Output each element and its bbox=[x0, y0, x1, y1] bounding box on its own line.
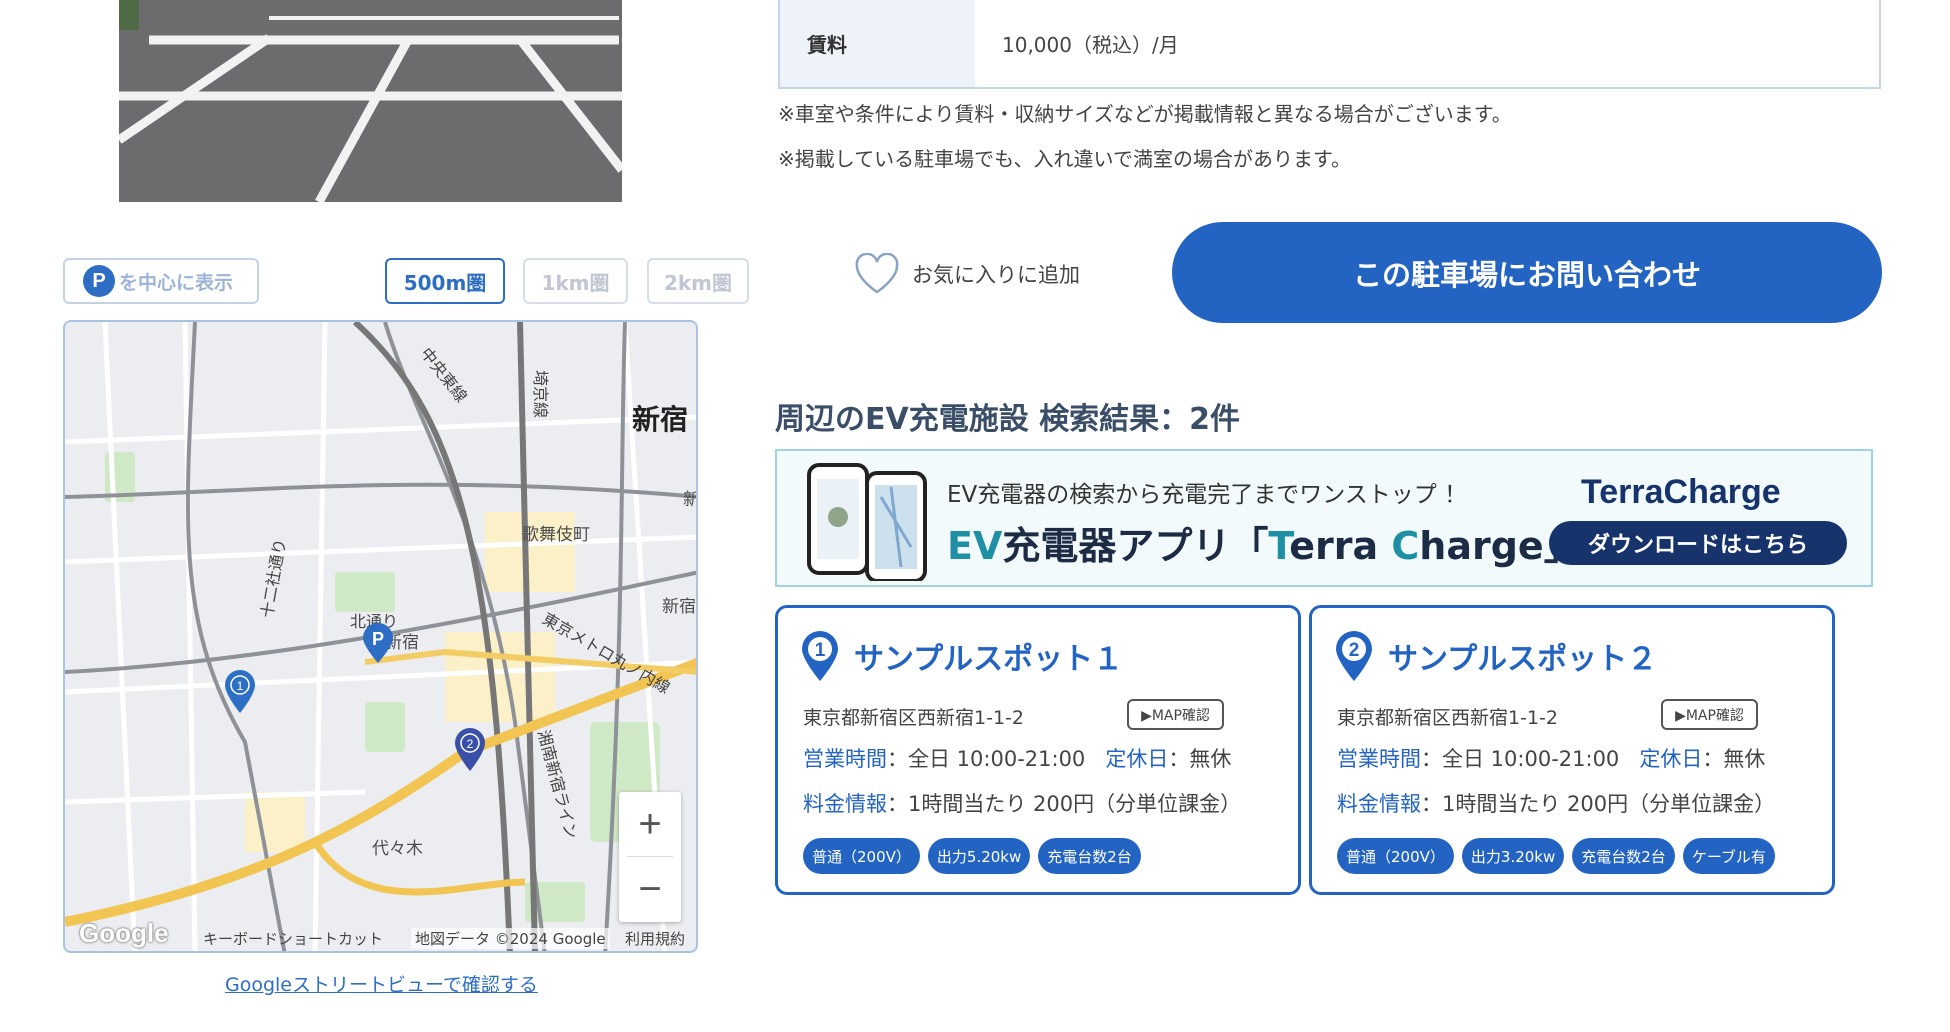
map-label-saikyo-line: 埼京線 bbox=[531, 369, 551, 419]
spot-2-tag-cable: ケーブル有 bbox=[1682, 838, 1775, 874]
spot-2-tag-voltage: 普通（200V） bbox=[1337, 838, 1454, 874]
svg-text:2: 2 bbox=[467, 737, 474, 751]
spot-2-hours: ：全日 10:00-21:00 bbox=[1421, 747, 1620, 771]
map-zoom-controls: + − bbox=[619, 792, 681, 922]
download-button[interactable]: ダウンロードはこちら bbox=[1549, 521, 1847, 565]
radius-500m-button[interactable]: 500m圏 bbox=[385, 258, 505, 304]
google-map[interactable]: 新宿 歌舞伎町 中央東線 埼京線 十二社通り 北通り 新宿 東京メトロ丸ノ内線 … bbox=[63, 320, 698, 953]
terracharge-app-banner[interactable]: EV充電器の検索から充電完了までワンストップ ！ EV充電器アプリ「Terra … bbox=[775, 449, 1873, 587]
map-footer: Google キーボードショートカット 地図データ ©2024 Google 利… bbox=[65, 918, 696, 951]
spot-1-address: 東京都新宿区西新宿1-1-2 bbox=[803, 707, 1024, 729]
spot-2-price-label: 料金情報 bbox=[1337, 792, 1421, 816]
keyboard-shortcuts-link[interactable]: キーボードショートカット bbox=[203, 928, 383, 949]
spot-2-map-button[interactable]: ▶MAP確認 bbox=[1661, 699, 1758, 730]
banner-title: EV充電器アプリ「Terra Charge」 bbox=[947, 515, 1582, 570]
map-label-edge: 新 bbox=[683, 485, 696, 510]
note-pricing-variation: ※車室や条件により賃料・収納サイズなどが掲載情報と異なる場合がございます。 bbox=[778, 102, 1512, 126]
spot-2-closed-label: 定休日 bbox=[1639, 747, 1703, 771]
streetview-link[interactable]: Googleストリートビューで確認する bbox=[225, 970, 538, 997]
spot-1-price-label: 料金情報 bbox=[803, 792, 887, 816]
spot-2-tag-output: 出力3.20kw bbox=[1461, 838, 1565, 874]
spot-2-price: ：1時間当たり 200円（分単位課金） bbox=[1421, 792, 1776, 816]
parking-lot-photo bbox=[119, 0, 622, 202]
ev-spot-1-pin-icon[interactable]: 1 bbox=[223, 668, 257, 714]
spot-1-price-line: 料金情報：1時間当たり 200円（分単位課金） bbox=[803, 788, 1241, 818]
terracharge-logo: TerraCharge bbox=[1581, 473, 1781, 511]
spot-2-header: 2 サンプルスポット２ bbox=[1334, 630, 1657, 682]
radius-1km-button[interactable]: 1km圏 bbox=[523, 258, 628, 304]
spot-1-tag-voltage: 普通（200V） bbox=[803, 838, 920, 874]
center-button-label: を中心に表示 bbox=[119, 271, 234, 294]
map-terms-link[interactable]: 利用規約 bbox=[625, 928, 685, 949]
fee-table: 賃料 10,000（税込）/月 bbox=[778, 0, 1881, 89]
banner-title-erra: erra bbox=[1289, 524, 1392, 568]
map-label-yoyogi: 代々木 bbox=[372, 839, 423, 859]
svg-text:2: 2 bbox=[1349, 640, 1360, 661]
banner-title-c: C bbox=[1391, 524, 1420, 568]
zoom-out-button[interactable]: − bbox=[619, 857, 681, 921]
ev-spot-2-pin-icon[interactable]: 2 bbox=[453, 726, 487, 772]
ev-spot-card-2: 2 サンプルスポット２ 東京都新宿区西新宿1-1-2 ▶MAP確認 営業時間：全… bbox=[1309, 605, 1835, 895]
spot-2-price-line: 料金情報：1時間当たり 200円（分単位課金） bbox=[1337, 788, 1775, 818]
spot-2-tags: 普通（200V） 出力3.20kw 充電台数2台 ケーブル有 bbox=[1337, 838, 1775, 874]
spot-1-closed-label: 定休日 bbox=[1105, 747, 1169, 771]
svg-text:1: 1 bbox=[815, 640, 826, 661]
fee-value: 10,000（税込）/月 bbox=[1002, 33, 1179, 57]
svg-text:1: 1 bbox=[237, 679, 244, 693]
note-availability: ※掲載している駐車場でも、入れ違いで満室の場合があります。 bbox=[778, 147, 1351, 171]
spot-1-pin-icon: 1 bbox=[802, 631, 838, 681]
banner-subtitle: EV充電器の検索から充電完了までワンストップ ！ bbox=[947, 482, 1468, 508]
map-label-shinjuku: 新宿 bbox=[632, 403, 689, 436]
spot-1-title: サンプルスポット１ bbox=[854, 642, 1124, 677]
map-label-shinjuku-edge: 新宿 bbox=[662, 597, 696, 617]
spot-2-hours-line: 営業時間：全日 10:00-21:00 定休日：無休 bbox=[1337, 743, 1765, 773]
spot-1-hours-line: 営業時間：全日 10:00-21:00 定休日：無休 bbox=[803, 743, 1231, 773]
fee-label: 賃料 bbox=[780, 0, 975, 87]
spot-1-tags: 普通（200V） 出力5.20kw 充電台数2台 bbox=[803, 838, 1141, 874]
spot-2-closed: ：無休 bbox=[1702, 747, 1766, 771]
spot-1-hours: ：全日 10:00-21:00 bbox=[887, 747, 1086, 771]
parking-location-pin-icon[interactable]: P bbox=[361, 622, 395, 664]
center-on-parking-button[interactable]: P を中心に表示 bbox=[63, 258, 259, 304]
favorite-label: お気に入りに追加 bbox=[912, 263, 1080, 287]
map-controls: P を中心に表示 500m圏 1km圏 2km圏 bbox=[63, 258, 749, 304]
spot-2-pin-icon: 2 bbox=[1336, 631, 1372, 681]
spot-2-title: サンプルスポット２ bbox=[1388, 642, 1658, 677]
smartphone-app-icon bbox=[807, 463, 927, 581]
add-favorite-button[interactable]: お気に入りに追加 bbox=[854, 252, 1080, 296]
spot-1-tag-chargers: 充電台数2台 bbox=[1038, 838, 1141, 874]
ev-spot-card-1: 1 サンプルスポット１ 東京都新宿区西新宿1-1-2 ▶MAP確認 営業時間：全… bbox=[775, 605, 1301, 895]
spot-1-closed: ：無休 bbox=[1168, 747, 1232, 771]
banner-title-ev: EV bbox=[947, 524, 1003, 568]
google-logo: Google bbox=[79, 918, 169, 948]
banner-title-t: T bbox=[1268, 524, 1290, 568]
map-attribution: 地図データ ©2024 Google bbox=[411, 927, 610, 949]
spot-1-header: 1 サンプルスポット１ bbox=[800, 630, 1123, 682]
ev-search-heading: 周辺のEV充電施設 検索結果：2件 bbox=[775, 402, 1241, 437]
spot-2-address: 東京都新宿区西新宿1-1-2 bbox=[1337, 707, 1558, 729]
spot-2-tag-chargers: 充電台数2台 bbox=[1572, 838, 1675, 874]
radius-2km-button[interactable]: 2km圏 bbox=[647, 258, 749, 304]
contact-parking-button[interactable]: この駐車場にお問い合わせ bbox=[1172, 222, 1882, 323]
spot-1-map-button[interactable]: ▶MAP確認 bbox=[1127, 699, 1224, 730]
spot-1-hours-label: 営業時間 bbox=[803, 747, 887, 771]
heart-icon bbox=[855, 253, 899, 294]
spot-2-hours-label: 営業時間 bbox=[1337, 747, 1421, 771]
parking-icon: P bbox=[83, 265, 115, 297]
spot-1-tag-output: 出力5.20kw bbox=[927, 838, 1031, 874]
svg-text:P: P bbox=[372, 629, 384, 649]
banner-title-mid: 充電器アプリ「 bbox=[1002, 524, 1269, 568]
spot-1-price: ：1時間当たり 200円（分単位課金） bbox=[887, 792, 1242, 816]
zoom-in-button[interactable]: + bbox=[619, 792, 681, 856]
map-label-kabukicho: 歌舞伎町 bbox=[522, 525, 590, 545]
